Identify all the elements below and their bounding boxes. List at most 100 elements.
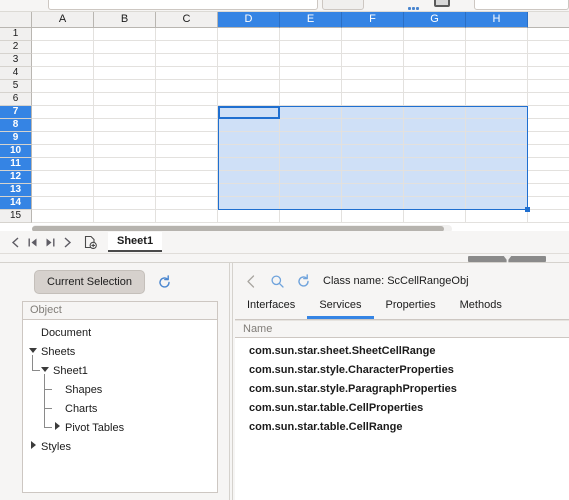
cell-H8[interactable] [466, 119, 528, 132]
cell-area[interactable] [32, 28, 569, 227]
cell-C2[interactable] [156, 41, 218, 54]
cell-D3[interactable] [218, 54, 280, 67]
cell-C15[interactable] [156, 210, 218, 223]
tree-item-styles[interactable]: Styles [23, 437, 217, 456]
cell-C9[interactable] [156, 132, 218, 145]
formula-input[interactable] [474, 0, 569, 10]
cell-B11[interactable] [94, 158, 156, 171]
cell-D8[interactable] [218, 119, 280, 132]
cell-G13[interactable] [404, 184, 466, 197]
row-header-9[interactable]: 9 [0, 132, 32, 145]
next-sheet-button[interactable] [42, 234, 58, 250]
cell-A15[interactable] [32, 210, 94, 223]
row-header-14[interactable]: 14 [0, 197, 32, 210]
cell-G4[interactable] [404, 67, 466, 80]
cell-C13[interactable] [156, 184, 218, 197]
cell-D7[interactable] [218, 106, 280, 119]
cell-E11[interactable] [280, 158, 342, 171]
tree-expander-collapsed-icon[interactable] [53, 421, 65, 434]
cell-G7[interactable] [404, 106, 466, 119]
cell-E8[interactable] [280, 119, 342, 132]
cell-H6[interactable] [466, 93, 528, 106]
cell-H1[interactable] [466, 28, 528, 41]
cell-A10[interactable] [32, 145, 94, 158]
cell-C6[interactable] [156, 93, 218, 106]
current-selection-button[interactable]: Current Selection [34, 270, 145, 294]
tab-services[interactable]: Services [307, 298, 374, 319]
cell-B14[interactable] [94, 197, 156, 210]
row-headers[interactable]: 1 2 3 4 5 6 7 8 9 10 11 12 13 14 15 [0, 28, 32, 223]
cell-H11[interactable] [466, 158, 528, 171]
cell-E9[interactable] [280, 132, 342, 145]
cell-D13[interactable] [218, 184, 280, 197]
cell-G9[interactable] [404, 132, 466, 145]
first-sheet-button[interactable] [6, 234, 22, 250]
search-icon[interactable] [267, 271, 287, 291]
row-header-13[interactable]: 13 [0, 184, 32, 197]
cell-H12[interactable] [466, 171, 528, 184]
cell-H3[interactable] [466, 54, 528, 67]
cell-H7[interactable] [466, 106, 528, 119]
cell-E6[interactable] [280, 93, 342, 106]
cell-E4[interactable] [280, 67, 342, 80]
cell-H14[interactable] [466, 197, 528, 210]
cell-B12[interactable] [94, 171, 156, 184]
refresh-icon[interactable] [293, 271, 313, 291]
row-header-15[interactable]: 15 [0, 210, 32, 223]
cell-E10[interactable] [280, 145, 342, 158]
cell-G8[interactable] [404, 119, 466, 132]
service-list-item[interactable]: com.sun.star.sheet.SheetCellRange [235, 342, 569, 361]
tree-expander-expanded-icon[interactable] [41, 365, 53, 377]
tree-item-shapes[interactable]: Shapes [23, 374, 217, 399]
cell-E1[interactable] [280, 28, 342, 41]
cell-F11[interactable] [342, 158, 404, 171]
cell-A13[interactable] [32, 184, 94, 197]
cell-D4[interactable] [218, 67, 280, 80]
cell-E2[interactable] [280, 41, 342, 54]
cell-H2[interactable] [466, 41, 528, 54]
cell-D12[interactable] [218, 171, 280, 184]
row-header-3[interactable]: 3 [0, 54, 32, 67]
cell-F10[interactable] [342, 145, 404, 158]
color-dots-icon[interactable] [408, 0, 419, 10]
name-box-input[interactable] [48, 0, 318, 10]
camera-icon[interactable] [434, 0, 450, 10]
cell-H10[interactable] [466, 145, 528, 158]
cell-H13[interactable] [466, 184, 528, 197]
back-arrow-icon[interactable] [241, 271, 261, 291]
service-list-item[interactable]: com.sun.star.table.CellProperties [235, 399, 569, 418]
add-sheet-button[interactable] [82, 234, 98, 250]
cell-D5[interactable] [218, 80, 280, 93]
cell-A9[interactable] [32, 132, 94, 145]
cell-G6[interactable] [404, 93, 466, 106]
services-list[interactable]: com.sun.star.sheet.SheetCellRange com.sun… [235, 338, 569, 500]
cell-H5[interactable] [466, 80, 528, 93]
tab-methods[interactable]: Methods [448, 298, 514, 319]
cell-B5[interactable] [94, 80, 156, 93]
cell-E5[interactable] [280, 80, 342, 93]
cell-H9[interactable] [466, 132, 528, 145]
row-header-4[interactable]: 4 [0, 67, 32, 80]
cell-C12[interactable] [156, 171, 218, 184]
cell-G3[interactable] [404, 54, 466, 67]
cell-B7[interactable] [94, 106, 156, 119]
cell-C10[interactable] [156, 145, 218, 158]
fill-handle[interactable] [525, 207, 530, 212]
row-header-12[interactable]: 12 [0, 171, 32, 184]
cell-C11[interactable] [156, 158, 218, 171]
cell-A4[interactable] [32, 67, 94, 80]
cell-C4[interactable] [156, 67, 218, 80]
tree-item-sheet1[interactable]: Sheet1 [23, 355, 217, 380]
cell-F1[interactable] [342, 28, 404, 41]
row-header-10[interactable]: 10 [0, 145, 32, 158]
cell-E13[interactable] [280, 184, 342, 197]
cell-G15[interactable] [404, 210, 466, 223]
object-tree-body[interactable]: Document Sheets Sheet1 Shapes Charts Pivot Ta… [23, 320, 217, 456]
cell-A8[interactable] [32, 119, 94, 132]
row-header-1[interactable]: 1 [0, 28, 32, 41]
sheet-tab-bar[interactable]: Sheet1 [0, 231, 569, 253]
row-header-11[interactable]: 11 [0, 158, 32, 171]
tree-expander-collapsed-icon[interactable] [29, 440, 41, 453]
cell-D9[interactable] [218, 132, 280, 145]
cell-D14[interactable] [218, 197, 280, 210]
